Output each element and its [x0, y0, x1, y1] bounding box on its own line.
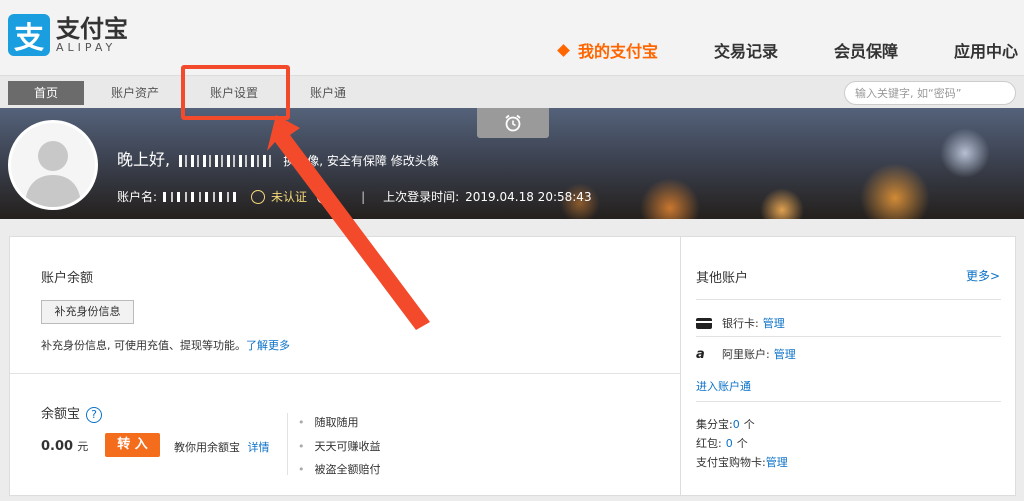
complete-id-info-button[interactable]: 补充身份信息: [41, 300, 134, 324]
tab-account-assets[interactable]: 账户资产: [97, 81, 173, 105]
default-avatar-icon: [25, 141, 81, 207]
id-badge-icon: [251, 189, 266, 204]
bokeh-light: [940, 128, 990, 178]
help-icon[interactable]: [317, 189, 332, 204]
divider: [10, 373, 680, 374]
greeting-line: 晚上好, 换头像, 安全有保障 修改头像: [117, 146, 439, 170]
gift-card-row: 支付宝购物卡: 管理: [696, 454, 788, 470]
yuebao-features: 随取随用 天天可赚收益 被盗全额赔付: [298, 411, 381, 482]
bank-card-row: 银行卡: 管理: [696, 315, 785, 331]
points-value[interactable]: 0: [733, 418, 740, 431]
divider: [696, 299, 1001, 300]
sub-nav: 首页 账户资产 账户设置 账户通: [0, 75, 1024, 108]
alarm-button[interactable]: [477, 108, 549, 138]
bokeh-light: [760, 188, 804, 219]
learn-more-link[interactable]: 了解更多: [246, 339, 290, 352]
top-header: 支 支付宝 ALIPAY 我的支付宝 交易记录 会员保障 应用中心: [0, 0, 1024, 75]
profile-banner: 晚上好, 换头像, 安全有保障 修改头像 账户名: 未认证 | 上次登录时间: …: [0, 108, 1024, 219]
last-login-time: 2019.04.18 20:58:43: [465, 189, 592, 204]
amount-value: 0.00: [41, 439, 74, 454]
search-box[interactable]: [844, 81, 1016, 105]
profile-photo-link[interactable]: 换头像, 安全有保障 修改头像: [283, 154, 438, 168]
account-info-row: 账户名: 未认证 | 上次登录时间: 2019.04.18 20:58:43: [117, 188, 592, 205]
annotation-highlight-box: [181, 65, 290, 120]
details-link[interactable]: 详情: [248, 441, 270, 454]
balance-title: 账户余额: [41, 271, 94, 286]
question-icon[interactable]: ?: [86, 406, 103, 423]
other-accounts-title: 其他账户: [696, 271, 749, 286]
more-link[interactable]: 更多>: [966, 267, 1000, 284]
enter-account-link[interactable]: 进入账户通: [696, 378, 751, 394]
gift-card-manage-link[interactable]: 管理: [766, 454, 788, 470]
greeting-text: 晚上好,: [117, 150, 171, 169]
amount-unit: 元: [77, 440, 89, 453]
redacted-account-name: [163, 191, 242, 202]
main-nav: 我的支付宝 交易记录 会员保障 应用中心: [503, 38, 1018, 62]
feature-item: 随取随用: [298, 411, 381, 435]
nav-transactions[interactable]: 交易记录: [714, 38, 778, 62]
redacted-username: [179, 154, 275, 167]
bank-card-manage-link[interactable]: 管理: [763, 315, 785, 331]
transfer-in-button[interactable]: 转 入: [105, 433, 160, 457]
search-input[interactable]: [855, 82, 1005, 105]
ali-account-manage-link[interactable]: 管理: [774, 346, 796, 362]
enter-account-link-row: 进入账户通: [696, 378, 751, 394]
verification-status[interactable]: 未认证: [251, 188, 307, 205]
feature-item: 天天可赚收益: [298, 435, 381, 459]
account-label: 账户名:: [117, 190, 158, 204]
divider: [696, 336, 1001, 337]
balance-panel: 账户余额 补充身份信息 补充身份信息, 可使用充值、提现等功能。了解更多 余额宝…: [9, 236, 681, 496]
points-row: 集分宝: 0 个: [696, 417, 755, 432]
red-packet-row: 红包: 0 个: [696, 436, 748, 451]
alipay-logo[interactable]: 支 支付宝 ALIPAY: [8, 14, 128, 56]
vertical-divider: [287, 413, 288, 475]
other-accounts-panel: 其他账户 更多> 银行卡: 管理 a 阿里账户: 管理 进入账户通 集分宝: 0…: [681, 236, 1016, 496]
logo-text-en: ALIPAY: [56, 40, 117, 54]
yuebao-tutorial: 教你用余额宝 详情: [174, 441, 270, 454]
bokeh-light: [860, 163, 930, 219]
tab-account-link[interactable]: 账户通: [290, 81, 366, 105]
bokeh-light: [640, 178, 700, 219]
nav-app-center[interactable]: 应用中心: [954, 38, 1018, 62]
divider: [696, 401, 1001, 402]
active-diamond-icon: [557, 43, 570, 57]
nav-my-alipay[interactable]: 我的支付宝: [557, 38, 658, 62]
alibaba-icon: a: [696, 346, 705, 362]
avatar[interactable]: [8, 120, 98, 210]
separator: |: [361, 189, 366, 204]
logo-text-cn: 支付宝: [56, 14, 128, 43]
tab-home[interactable]: 首页: [8, 81, 84, 105]
yuebao-title-row: 余额宝?: [41, 403, 103, 423]
bank-card-icon: [696, 317, 712, 329]
yuebao-title: 余额宝: [41, 407, 81, 422]
red-packet-value[interactable]: 0: [726, 437, 733, 450]
alipay-logo-icon: 支: [8, 14, 50, 56]
ali-account-row: a 阿里账户: 管理: [696, 346, 796, 362]
last-login-label: 上次登录时间:: [383, 190, 460, 204]
alarm-clock-icon: [505, 114, 521, 132]
yuebao-amount: 0.00 元: [41, 438, 88, 454]
feature-item: 被盗全额赔付: [298, 458, 381, 482]
nav-member-protection[interactable]: 会员保障: [834, 38, 898, 62]
id-info-note: 补充身份信息, 可使用充值、提现等功能。了解更多: [41, 339, 290, 352]
